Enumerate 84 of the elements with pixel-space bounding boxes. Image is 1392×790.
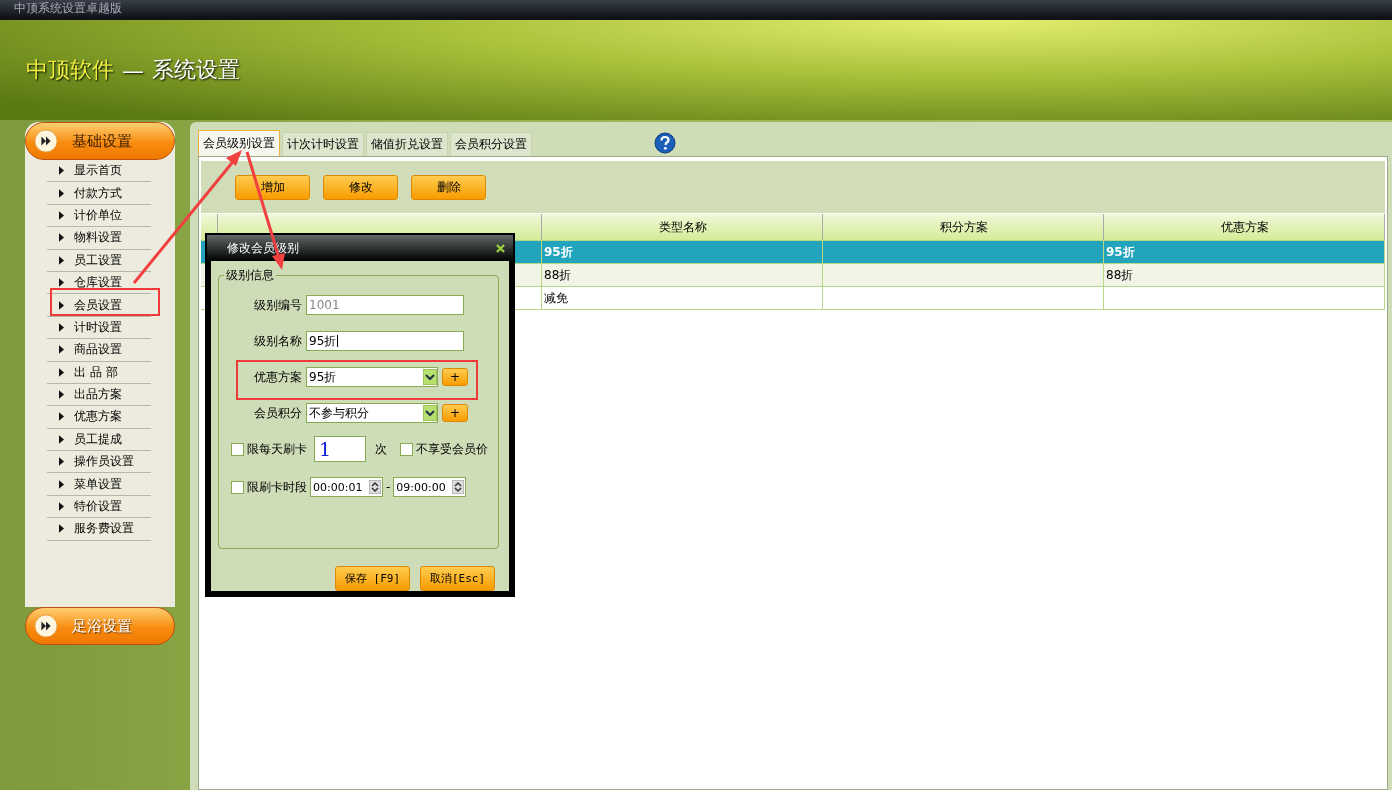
sidebar-item[interactable]: 菜单设置 (47, 473, 151, 496)
sidebar-item[interactable]: 仓库设置 (47, 271, 151, 295)
checkbox[interactable] (400, 442, 413, 456)
arrow-icon (59, 502, 64, 512)
page-title: 系统设置 (152, 56, 240, 84)
field-label: 优惠方案 (253, 368, 302, 386)
sidebar-item[interactable]: 操作员设置 (47, 451, 151, 474)
tab[interactable]: 储值折兑设置 (366, 132, 448, 156)
spinner-icon (369, 480, 381, 494)
dialog-button[interactable]: 保存 [F9] (335, 566, 410, 591)
arrow-icon (59, 300, 64, 310)
toolbar-button[interactable]: 修改 (323, 174, 398, 200)
checkbox[interactable] (231, 442, 244, 456)
spinner-icon (452, 480, 465, 494)
table-cell: 95折 (544, 243, 573, 261)
tab[interactable]: 会员积分设置 (450, 132, 532, 156)
toolbar-button[interactable]: 增加 (235, 174, 310, 200)
sidebar-item[interactable]: 服务费设置 (47, 518, 151, 541)
checkbox-label: 不享受会员价 (416, 440, 488, 458)
range-dash: - (386, 480, 391, 494)
arrow-icon (59, 322, 64, 332)
chevron-down-icon (423, 369, 437, 385)
sidebar-item[interactable]: 物料设置 (47, 227, 151, 250)
dropdown[interactable]: 95折 (306, 367, 438, 387)
arrow-icon (59, 188, 64, 198)
toolbar-button[interactable]: 删除 (411, 174, 486, 200)
count-field[interactable]: 1 (314, 436, 366, 462)
table-cell: 减免 (544, 289, 568, 307)
arrow-icon (59, 367, 64, 377)
arrow-icon (59, 457, 64, 467)
help-icon[interactable] (654, 132, 676, 154)
checkbox-label: 限每天刷卡 (247, 440, 307, 458)
brand-title: 中顶软件 (26, 56, 114, 84)
arrow-icon (59, 166, 64, 176)
sidebar-item[interactable]: 显示首页 (47, 160, 151, 183)
add-button[interactable]: + (442, 404, 468, 422)
checkbox-label: 限刷卡时段 (247, 478, 307, 496)
field-label: 级别名称 (253, 332, 302, 350)
window-title: 中顶系统设置卓越版 (14, 1, 122, 15)
sidebar-item[interactable]: 商品设置 (47, 339, 151, 362)
arrow-icon (59, 412, 64, 422)
section-header[interactable]: 基础设置 (25, 122, 175, 160)
group-title: 级别信息 (224, 267, 276, 284)
column-header: 积分方案 (823, 214, 1104, 240)
arrow-icon (59, 479, 64, 489)
arrow-icon (59, 210, 64, 220)
table-cell: 95折 (1106, 243, 1135, 261)
sidebar-item[interactable]: 计时设置 (47, 316, 151, 340)
dialog-button[interactable]: 取消[Esc] (420, 566, 495, 591)
column-header: 优惠方案 (1104, 214, 1385, 240)
sidebar-item[interactable]: 会员设置 (47, 294, 151, 317)
field-label: 会员积分 (253, 404, 302, 422)
sidebar-item[interactable]: 特价设置 (47, 495, 151, 519)
tab[interactable]: 计次计时设置 (282, 132, 364, 156)
arrow-icon (59, 233, 64, 243)
sidebar-item[interactable]: 计价单位 (47, 204, 151, 228)
arrow-icon (59, 255, 64, 265)
tab[interactable]: 会员级别设置 (198, 130, 280, 156)
sidebar-item[interactable]: 优惠方案 (47, 406, 151, 429)
chevron-down-icon (423, 405, 437, 421)
arrow-icon (59, 524, 64, 534)
table-cell: 88折 (544, 266, 572, 284)
sidebar-item[interactable]: 出品方案 (47, 383, 151, 407)
fast-forward-icon (34, 129, 58, 153)
table-cell: 88折 (1106, 266, 1134, 284)
sidebar-item[interactable]: 员工提成 (47, 428, 151, 452)
sidebar-item[interactable]: 出 品 部 (47, 361, 151, 384)
close-icon[interactable] (496, 243, 505, 253)
arrow-icon (59, 434, 64, 444)
dropdown[interactable]: 不参与积分 (306, 403, 438, 423)
arrow-icon (59, 278, 64, 288)
input-field[interactable]: 95折 (306, 331, 464, 351)
add-button[interactable]: + (442, 368, 468, 386)
arrow-icon (59, 345, 64, 355)
time-field[interactable]: 00:00:01 (310, 477, 383, 497)
sidebar-item[interactable]: 付款方式 (47, 182, 151, 205)
column-header: 类型名称 (542, 214, 823, 240)
unit-label: 次 (375, 440, 387, 458)
title-separator: — (122, 57, 144, 83)
fast-forward-icon (34, 614, 58, 638)
sidebar-item[interactable]: 员工设置 (47, 249, 151, 272)
checkbox[interactable] (231, 480, 244, 494)
arrow-icon (59, 390, 64, 400)
time-field[interactable]: 09:00:00 (393, 477, 467, 497)
